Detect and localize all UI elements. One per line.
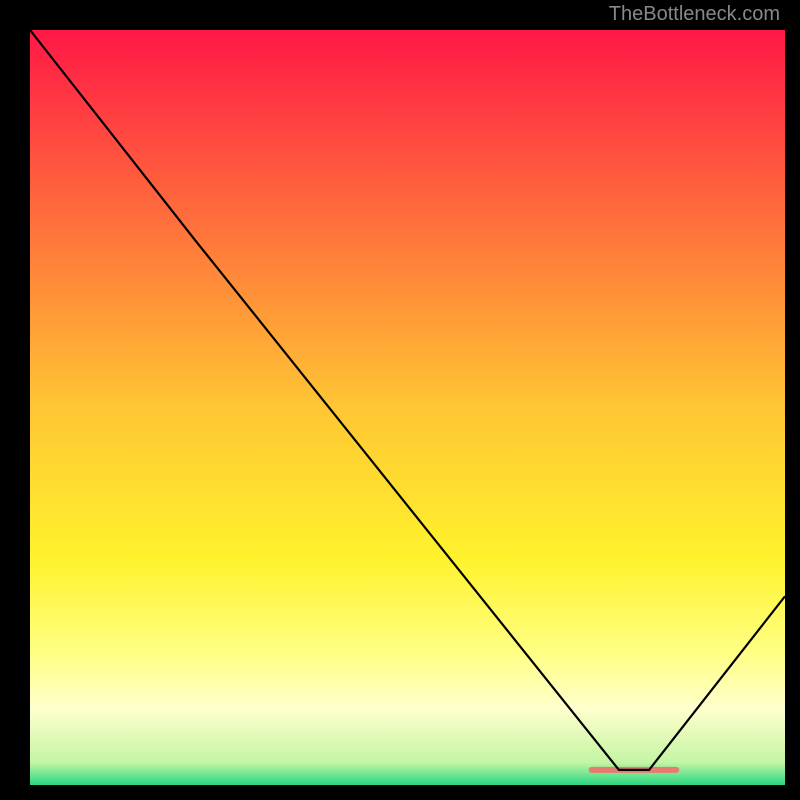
chart-background [30,30,785,785]
chart-plot-area [30,30,785,785]
watermark-text: TheBottleneck.com [609,3,780,26]
chart-svg [30,30,785,785]
